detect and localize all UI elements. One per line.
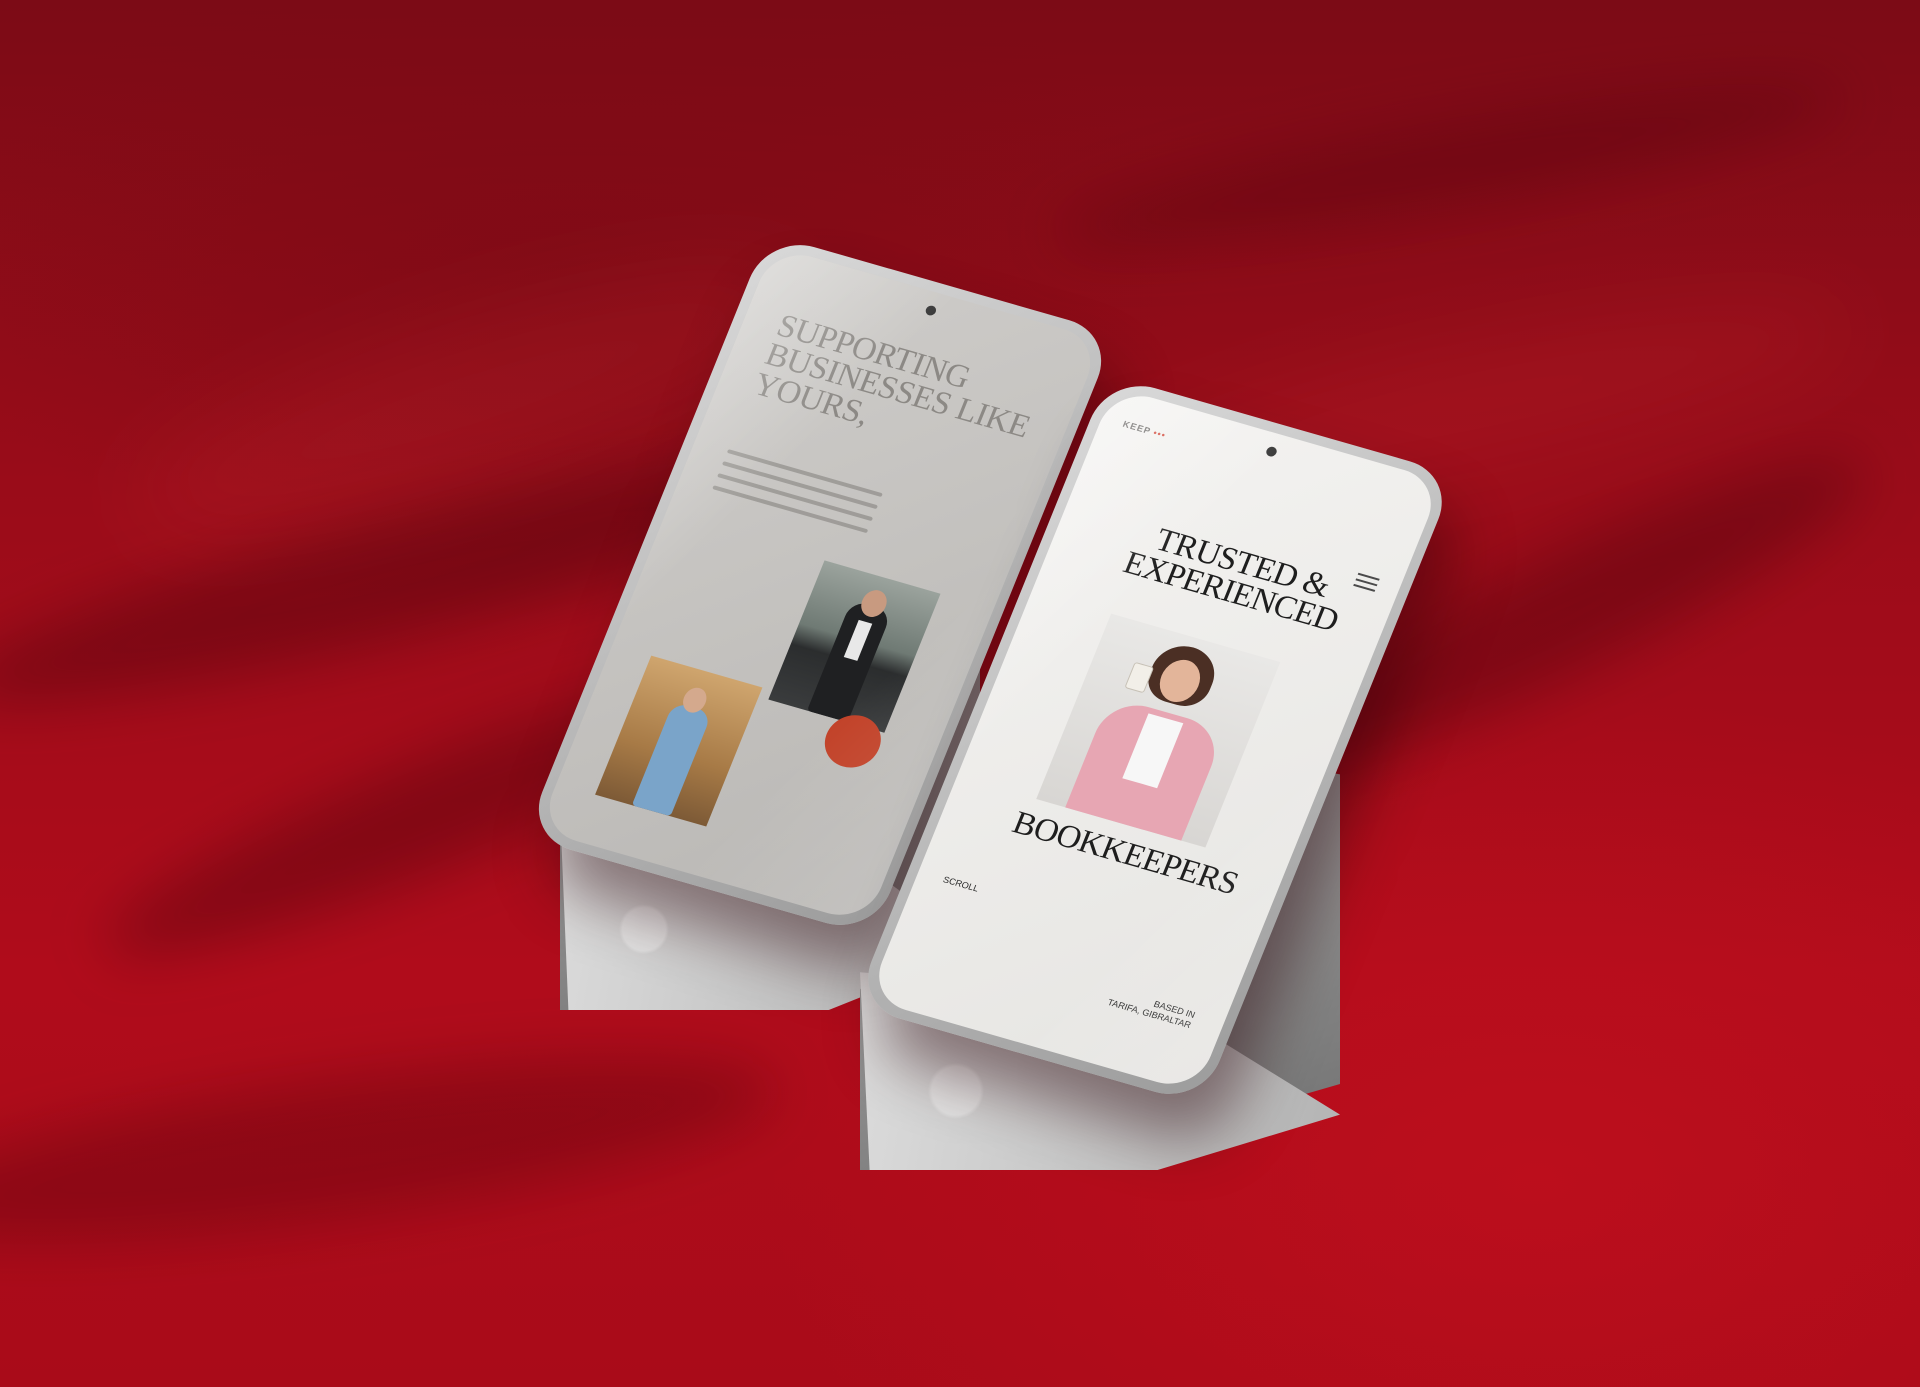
camera-notch (1264, 445, 1279, 458)
location-text: BASED IN TARIFA, GIBRALTAR (1106, 987, 1196, 1031)
photo-scene: SUPPORTING BUSINESSES LIKE YOURS, KEEP••… (0, 0, 1920, 1387)
brand-logo[interactable]: KEEP••• (1121, 419, 1167, 440)
camera-notch (924, 304, 938, 317)
left-headline: SUPPORTING BUSINESSES LIKE YOURS, (748, 308, 1035, 446)
woman-photo (595, 655, 763, 827)
logo-accent: ••• (1151, 427, 1168, 441)
scroll-label[interactable]: SCROLL (942, 874, 981, 893)
leaf-shadow (0, 1018, 786, 1282)
hero-photo (1036, 613, 1281, 848)
man-photo (768, 560, 941, 733)
body-text-lines (709, 441, 887, 542)
leaf-shadow (1048, 51, 1852, 279)
logo-text: KEEP (1121, 418, 1153, 437)
